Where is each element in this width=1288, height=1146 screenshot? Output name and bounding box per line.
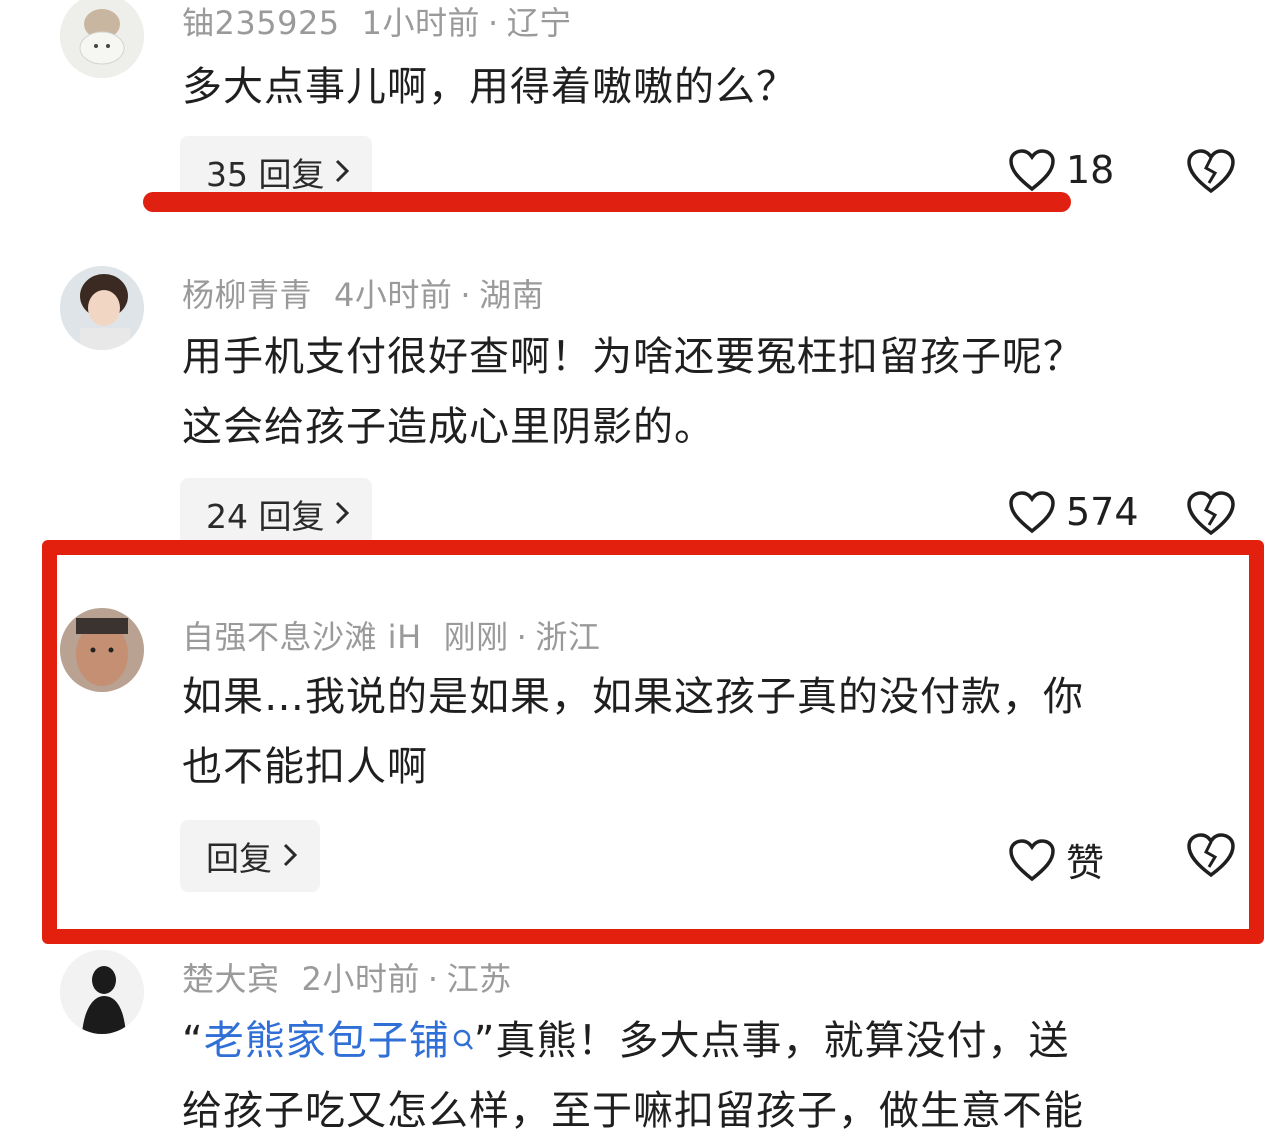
reply-label: 24 回复 (206, 497, 325, 536)
comment-text: 多大点事儿啊，用得着嗷嗷的么？ (182, 64, 797, 110)
shop-link[interactable]: 老熊家包子铺 (204, 1018, 450, 1064)
search-icon[interactable] (452, 1006, 474, 1076)
comment-meta: 楚大宾 2小时前 · 江苏 (182, 954, 512, 1000)
comment-text-line: 这会给孩子造成心里阴影的。 (182, 404, 715, 450)
chevron-right-icon (334, 153, 350, 192)
comment-text: “老熊家包子铺 ”真熊！多大点事，就算没付，送 给孩子吃又怎么样，至于嘛扣留孩子，… (182, 1006, 1242, 1146)
timestamp: 4小时前 (334, 276, 453, 314)
comment-meta: 铀235925 1小时前 · 辽宁 (182, 0, 572, 44)
like-count: 574 (1066, 490, 1139, 534)
like-button[interactable]: 574 (1008, 490, 1139, 534)
timestamp: 2小时前 (301, 960, 420, 998)
location: 辽宁 (506, 4, 572, 42)
heart-icon (1009, 149, 1055, 192)
username[interactable]: 楚大宾 (182, 960, 280, 998)
username[interactable]: 铀235925 (182, 4, 340, 42)
comment-text-line: 给孩子吃又怎么样，至于嘛扣留孩子，做生意不能 (182, 1088, 1084, 1134)
broken-heart-icon[interactable] (1186, 148, 1236, 194)
like-count: 18 (1066, 148, 1115, 192)
comment-meta: 杨柳青青 4小时前 · 湖南 (182, 270, 544, 316)
annotation-highlight-box (42, 540, 1264, 944)
annotation-underline (143, 192, 1071, 212)
reply-label: 35 回复 (206, 155, 325, 194)
comment-text-line: “老熊家包子铺 ”真熊！多大点事，就算没付，送 (182, 1006, 1242, 1076)
broken-heart-icon[interactable] (1186, 490, 1236, 536)
chevron-right-icon (334, 495, 350, 534)
quote-open: “ (182, 1018, 204, 1064)
avatar[interactable] (60, 0, 144, 78)
comment-text-rest: 真熊！多大点事，就算没付，送 (495, 1018, 1070, 1064)
comment-text: 用手机支付很好查啊！为啥还要冤枉扣留孩子呢？ 这会给孩子造成心里阴影的。 (182, 322, 1242, 462)
location: 江苏 (446, 960, 512, 998)
timestamp: 1小时前 (361, 4, 481, 42)
location: 湖南 (479, 276, 545, 314)
like-button[interactable]: 18 (1008, 148, 1114, 192)
separator: · (427, 960, 439, 998)
comment-text-line: 用手机支付很好查啊！为啥还要冤枉扣留孩子呢？ (182, 334, 1084, 380)
avatar[interactable] (60, 266, 144, 350)
avatar[interactable] (60, 950, 144, 1034)
quote-close: ” (473, 1018, 496, 1064)
separator: · (488, 4, 499, 42)
username[interactable]: 杨柳青青 (182, 276, 312, 314)
heart-icon (1009, 491, 1055, 534)
separator: · (460, 276, 472, 314)
